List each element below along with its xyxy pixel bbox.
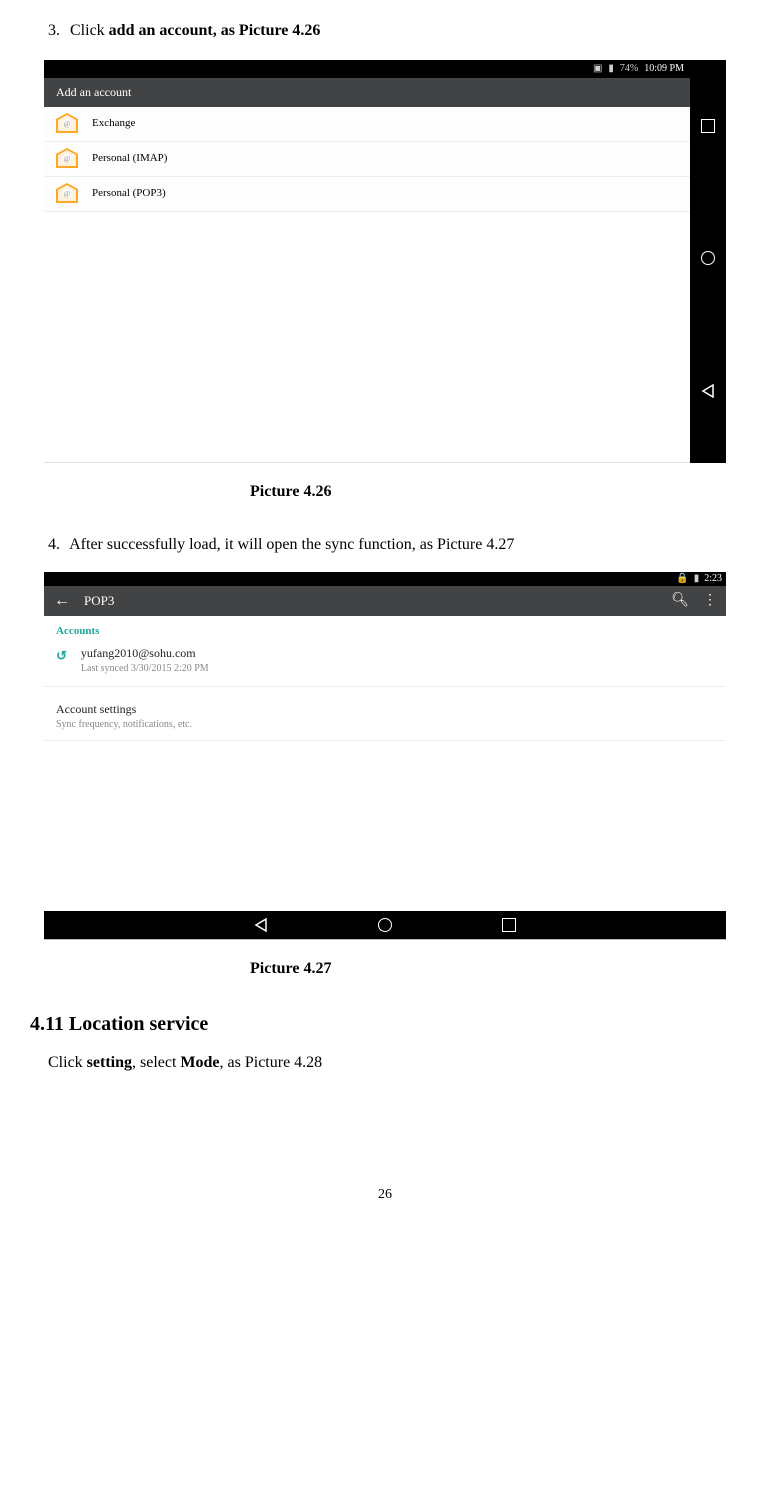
home-icon[interactable] — [701, 251, 715, 265]
status-bar: 🔒 ▮ 2:23 — [44, 572, 726, 586]
section-heading: 4.11 Location service — [30, 1010, 740, 1038]
settings-subtitle: Sync frequency, notifications, etc. — [56, 718, 714, 732]
screen-title: Add an account — [44, 78, 690, 107]
section-label-accounts: Accounts — [44, 616, 726, 641]
account-option-pop3[interactable]: @ Personal (POP3) — [44, 177, 690, 212]
account-option-imap[interactable]: @ Personal (IMAP) — [44, 142, 690, 177]
step-text-bold: add an account, as Picture 4.26 — [109, 22, 321, 39]
account-email: yufang2010@sohu.com — [81, 645, 209, 662]
image-icon: ▣ — [593, 62, 602, 76]
battery-percent: 74% — [620, 62, 638, 76]
back-icon[interactable] — [254, 918, 268, 932]
figure-caption-427: Picture 4.27 — [250, 958, 740, 980]
search-icon[interactable]: 🔍︎ — [671, 591, 689, 611]
battery-icon: ▮ — [694, 572, 700, 586]
lock-icon: 🔒 — [676, 572, 688, 586]
option-label: Personal (POP3) — [92, 186, 166, 201]
page-number: 26 — [30, 1185, 740, 1205]
mail-icon: @ — [54, 183, 80, 205]
back-icon[interactable]: ← — [54, 593, 70, 609]
status-bar: ▣ ▮ 74% 10:09 PM — [44, 60, 690, 78]
option-label: Personal (IMAP) — [92, 151, 167, 166]
svg-text:@: @ — [64, 190, 71, 198]
step-text-prefix: Click — [70, 22, 109, 39]
account-last-synced: Last synced 3/30/2015 2:20 PM — [81, 662, 209, 676]
body-text: Click setting, select Mode, as Picture 4… — [48, 1052, 740, 1074]
screenshot-4-27: 🔒 ▮ 2:23 ← POP3 🔍︎ ⋮ Accounts ↺ yufang20… — [44, 572, 726, 940]
home-icon[interactable] — [378, 918, 392, 932]
nav-bar — [44, 911, 726, 939]
status-time: 10:09 PM — [644, 62, 684, 76]
step-4: 4. After successfully load, it will open… — [48, 534, 740, 556]
app-bar: ← POP3 🔍︎ ⋮ — [44, 586, 726, 616]
account-row[interactable]: ↺ yufang2010@sohu.com Last synced 3/30/2… — [44, 641, 726, 687]
mail-icon: @ — [54, 113, 80, 135]
sync-icon: ↺ — [56, 645, 67, 676]
option-label: Exchange — [92, 116, 135, 131]
back-icon[interactable] — [701, 384, 715, 405]
appbar-title: POP3 — [84, 592, 114, 610]
nav-bar — [690, 60, 726, 463]
svg-text:@: @ — [64, 155, 71, 163]
list-number: 3. — [48, 20, 66, 42]
status-time: 2:23 — [704, 572, 722, 586]
figure-caption-426: Picture 4.26 — [250, 481, 740, 503]
settings-title: Account settings — [56, 701, 714, 718]
recent-apps-icon[interactable] — [502, 918, 516, 932]
recent-apps-icon[interactable] — [701, 119, 715, 133]
screenshot-4-26: ▣ ▮ 74% 10:09 PM Add an account @ Exchan… — [44, 60, 726, 463]
overflow-menu-icon[interactable]: ⋮ — [703, 591, 716, 611]
list-number: 4. — [48, 534, 66, 556]
step-3: 3. Click add an account, as Picture 4.26 — [48, 20, 740, 42]
battery-icon: ▮ — [608, 62, 614, 76]
account-option-exchange[interactable]: @ Exchange — [44, 107, 690, 142]
svg-text:@: @ — [64, 120, 71, 128]
mail-icon: @ — [54, 148, 80, 170]
step-text: After successfully load, it will open th… — [69, 536, 514, 553]
account-settings-row[interactable]: Account settings Sync frequency, notific… — [44, 687, 726, 741]
